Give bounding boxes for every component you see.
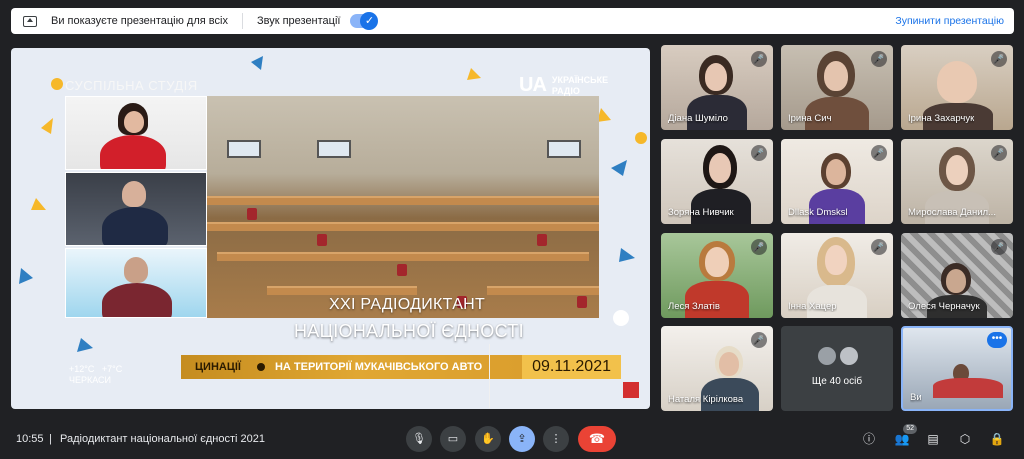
participant-name: Діана Шуміло [668,113,728,124]
more-participants-tile[interactable]: Ще 40 осіб [781,326,893,411]
participant-tile[interactable]: 🎤 Інна Хацер [781,233,893,318]
participant-name: Олеся Черначук [908,301,980,312]
mic-off-icon: 🎤 [751,51,767,67]
ticker-dot-icon [256,363,265,371]
participant-name: Інна Хацер [788,301,837,312]
meeting-title: Радіодиктант національної єдності 2021 [60,433,265,445]
mic-off-icon: 🎤 [751,239,767,255]
participant-tile[interactable]: 🎤 Ірина Сич [781,45,893,130]
participant-tile[interactable]: 🎤 Зоряна Нивчик [661,139,773,224]
separator: | [49,433,52,445]
participant-name: Ірина Сич [788,113,832,124]
presentation-stage: СУСПІЛЬНА СТУДІЯ UA УКРАЇНСЬКЕ РАДІО XXI… [11,48,650,409]
mic-off-icon: 🎤 [991,51,1007,67]
participant-tile[interactable]: 🎤 Леся Златів [661,233,773,318]
more-participants-label: Ще 40 осіб [811,376,863,387]
participant-name: Зоряна Нивчик [668,207,734,218]
anchor-video-middle [65,172,207,246]
ua-logo-line1: УКРАЇНСЬКЕ [551,74,609,85]
people-icon[interactable]: 👥 52 [893,424,917,448]
activities-icon[interactable]: ⬡ [956,430,974,448]
ukrainian-radio-logo: UA УКРАЇНСЬКЕ РАДІО [519,74,608,97]
mic-off-icon: 🎤 [751,145,767,161]
participant-name: Dllask Dmsksl [788,207,848,218]
participant-name: Ірина Захарчук [908,113,975,124]
ticker-date: 09.11.2021 [522,355,621,379]
cursor-line [489,344,490,408]
clock: 10:55 [16,433,44,445]
anchor-video-bottom [65,248,207,318]
more-options-button[interactable]: ⋮ [543,426,569,452]
participant-name: Леся Златів [668,301,720,312]
presenting-banner: Ви показуєте презентацію для всіх Звук п… [11,8,1014,34]
weather-widget: +12°C +7°C ЧЕРКАСИ [69,364,122,386]
info-icon[interactable]: ⓘ [860,430,878,448]
bottom-toolbar: 10:55 | Радіодиктант національної єдност… [0,419,1024,459]
mic-off-icon: 🎤 [871,145,887,161]
anchor-video-top [65,96,207,170]
mic-off-icon: 🎤 [751,332,767,348]
stop-presenting-button[interactable]: Зупинити презентацію [895,15,1004,27]
self-name: Ви [910,392,922,403]
ticker-left-text: ЦИНАЦІЇ [195,361,241,373]
presentation-sound-toggle[interactable]: ✓ [350,12,379,30]
tile-menu-icon[interactable]: ••• [987,332,1007,348]
ua-logo-line2: РАДІО [551,85,580,96]
weather-temp: +12°C [69,364,95,374]
host-controls-icon[interactable]: 🔒 [988,430,1006,448]
presentation-sound-label: Звук презентації [256,15,341,27]
participant-name: Наталя Кірілкова [668,394,744,405]
microphone-button[interactable]: 🎙 [406,426,432,452]
avatar [817,346,837,366]
ticker-right-text: НА ТЕРИТОРІЇ МУКАЧІВСЬКОГО АВТО [274,361,483,373]
hang-up-button[interactable]: ☎ [578,426,616,452]
channel-bug-icon [623,382,639,398]
participant-count-badge: 52 [903,424,917,434]
check-icon: ✓ [360,12,379,30]
studio-logo: СУСПІЛЬНА СТУДІЯ [51,78,198,93]
participant-tile[interactable]: 🎤 Мирослава Данил... [901,139,1013,224]
weather-temp-secondary: +7°C [101,364,123,374]
dictation-title-line1: XXI РАДІОДИКТАНТ [329,296,486,313]
presenting-message: Ви показуєте презентацію для всіх [51,15,228,27]
present-screen-icon [23,15,37,27]
mic-off-icon: 🎤 [991,145,1007,161]
dictation-title-line2: НАЦІОНАЛЬНОЇ ЄДНОСТІ [294,321,524,341]
participant-tile[interactable]: 🎤 Dllask Dmsksl [781,139,893,224]
participant-tile[interactable]: 🎤 Олеся Черначук [901,233,1013,318]
mic-off-icon: 🎤 [991,239,1007,255]
raise-hand-button[interactable]: ✋ [475,426,501,452]
weather-city: ЧЕРКАСИ [69,375,112,385]
participant-tile[interactable]: 🎤 Ірина Захарчук [901,45,1013,130]
camera-button[interactable]: ▭ [440,426,466,452]
present-now-button[interactable]: ⇪ [509,426,535,452]
divider [241,13,243,29]
news-ticker: ЦИНАЦІЇ НА ТЕРИТОРІЇ МУКАЧІВСЬКОГО АВТО … [181,355,621,379]
auditorium-video [207,96,599,318]
ua-logo-mark: UA [519,74,547,96]
participant-name: Мирослава Данил... [908,207,996,218]
participant-tile[interactable]: 🎤 Наталя Кірілкова [661,326,773,411]
avatar [839,346,859,366]
mic-off-icon: 🎤 [871,239,887,255]
self-tile[interactable]: ••• Ви [901,326,1013,411]
chat-icon[interactable]: ▤ [924,430,942,448]
mic-off-icon: 🎤 [871,51,887,67]
participant-tile[interactable]: 🎤 Діана Шуміло [661,45,773,130]
